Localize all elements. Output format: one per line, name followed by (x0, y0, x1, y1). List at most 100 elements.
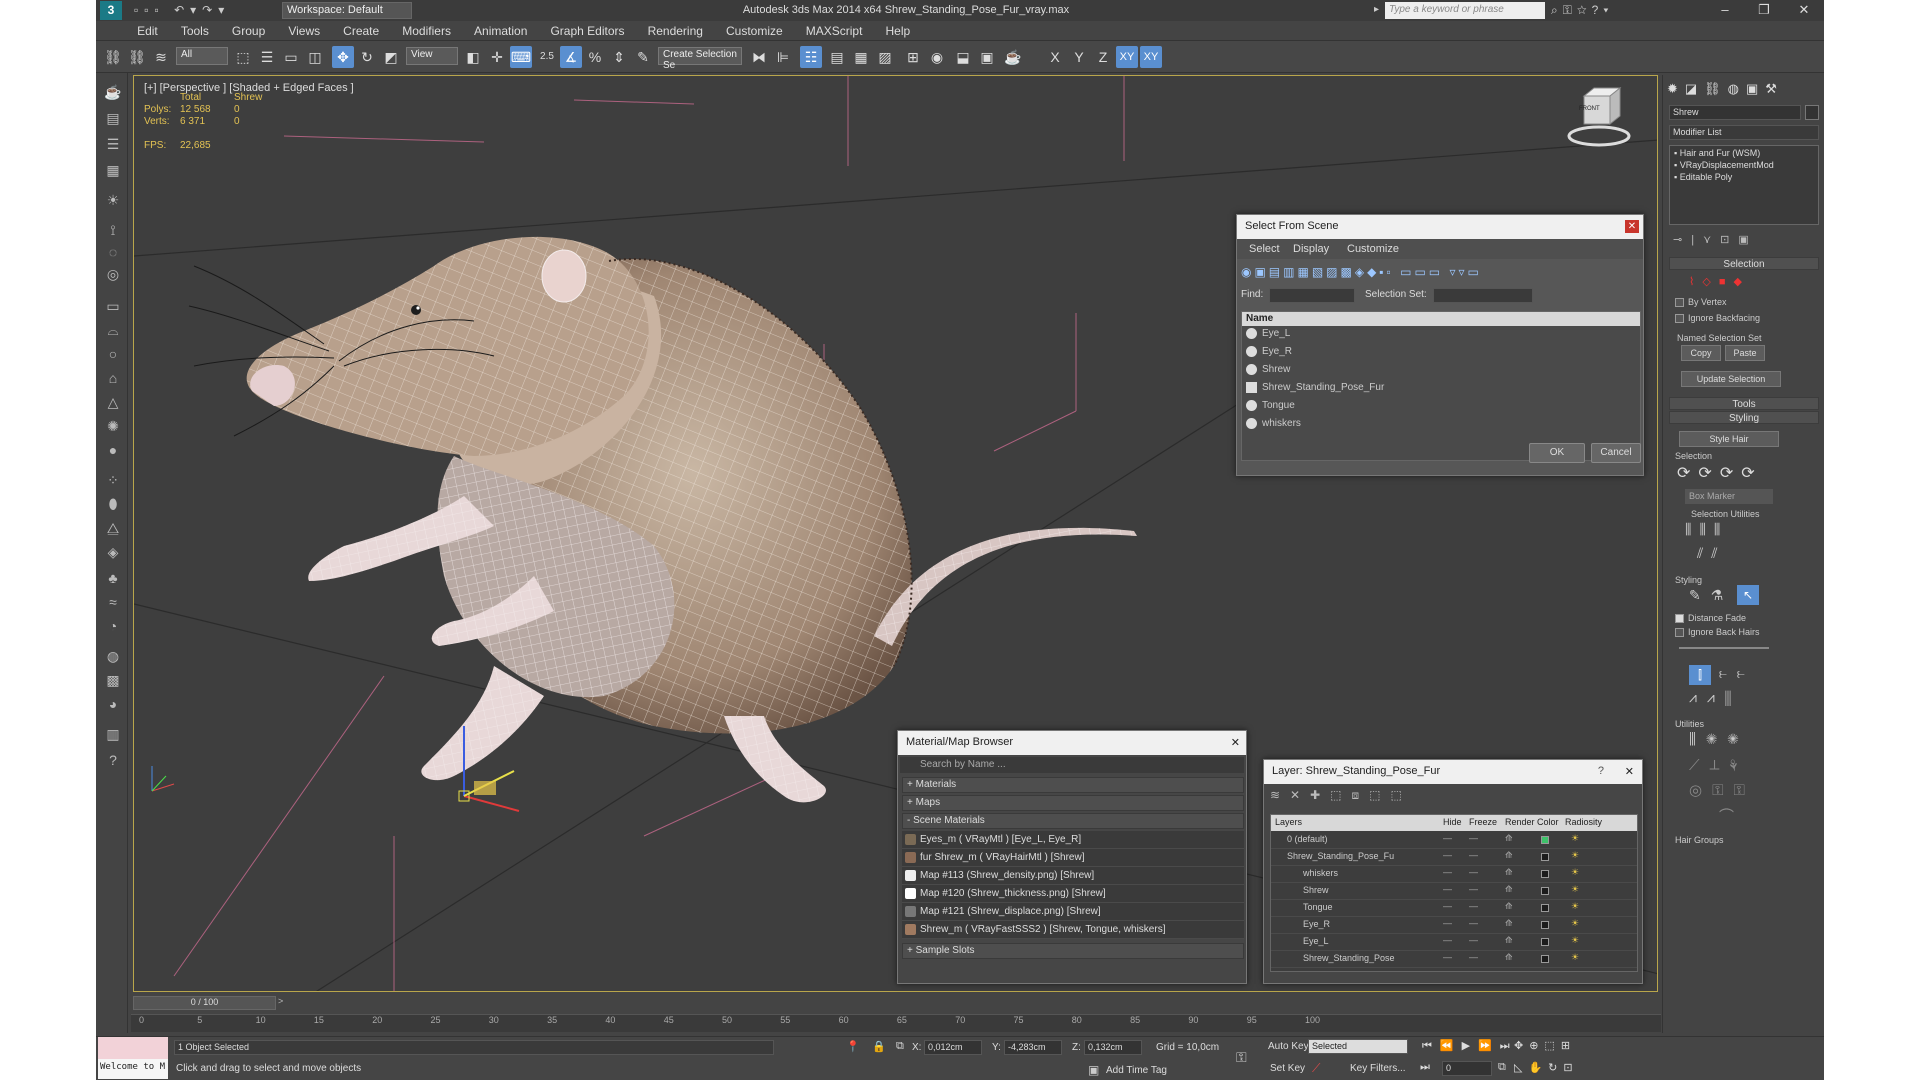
layer-render-toggle[interactable]: ⟰ (1505, 850, 1513, 861)
render-production-icon[interactable]: ☕ (1002, 46, 1024, 68)
style-hair-button[interactable]: Style Hair (1679, 431, 1779, 447)
y-coordinate-field[interactable]: -4,283cm (1004, 1040, 1062, 1055)
layer-color-swatch[interactable] (1541, 887, 1549, 895)
menu-animation[interactable]: Animation (464, 21, 537, 38)
layer-row[interactable]: Eye_R — — ⟰ ☀ (1271, 917, 1637, 934)
distance-fade-checkbox[interactable]: Distance Fade (1675, 613, 1746, 624)
col-freeze[interactable]: Freeze (1469, 817, 1497, 827)
sample-slots-section[interactable]: + Sample Slots (902, 943, 1244, 959)
sun-icon[interactable]: ✺ (102, 415, 124, 437)
menu-views[interactable]: Views (278, 21, 330, 38)
list-icon[interactable]: ☰ (102, 133, 124, 155)
playback-controls[interactable]: ⏮⏪▶⏩⏭ (1422, 1039, 1518, 1053)
transform-mode-icon[interactable]: ⧉ (896, 1040, 904, 1053)
link-icon[interactable]: ⛓ (102, 46, 124, 68)
utility-icons-2[interactable]: ⟋⟂⚘ (1689, 757, 1747, 774)
layer-toolbar[interactable]: ≋✕✚⬚⧈⬚⬚ (1270, 788, 1412, 803)
geosphere-icon[interactable]: ● (102, 439, 124, 461)
layer-row[interactable]: 0 (default) — — ⟰ ☀ (1271, 832, 1637, 849)
key-mode-icon[interactable]: ⏭ (1420, 1061, 1430, 1074)
layer-row[interactable]: Tongue — — ⟰ ☀ (1271, 900, 1637, 917)
camera-icon[interactable]: ⧋ (102, 517, 124, 539)
maxscript-mini-listener[interactable]: Welcome to M (98, 1059, 168, 1079)
copy-button[interactable]: Copy (1681, 345, 1721, 361)
utility-icons-3[interactable]: ◎⚿⚿ (1689, 781, 1755, 799)
material-editor-icon[interactable]: ◉ (926, 46, 948, 68)
edit-named-selection-icon[interactable]: ✎ (632, 46, 654, 68)
ignore-backfacing-checkbox[interactable]: Ignore Backfacing (1675, 313, 1760, 324)
layer-explorer-icon[interactable]: ☷ (800, 46, 822, 68)
layer-hide-toggle[interactable]: — (1443, 901, 1452, 911)
menu-edit[interactable]: Edit (127, 21, 168, 38)
object-name-field[interactable]: Shrew (1669, 105, 1801, 120)
radiosity-icon[interactable]: ☀ (1571, 884, 1579, 895)
list-item[interactable]: Tongue (1242, 398, 1640, 416)
teapot-icon[interactable]: ☕ (102, 81, 124, 103)
hair-selection-icons[interactable]: ⟳⟳⟳⟳ (1677, 463, 1763, 483)
layer-row[interactable]: Eye_L — — ⟰ ☀ (1271, 934, 1637, 951)
quick-access-toolbar[interactable]: ▫▫▫ ↶▾↷▾ (134, 3, 230, 17)
modifier-list-dropdown[interactable]: Modifier List (1669, 125, 1819, 140)
pick-icon[interactable]: ⬮ (102, 493, 124, 515)
maps-section[interactable]: + Maps (902, 795, 1244, 811)
layer-name[interactable]: Tongue (1303, 902, 1333, 912)
vray-icon[interactable]: ◕ (102, 693, 124, 715)
utility-icons[interactable]: ⫼✺✺ (1689, 731, 1749, 748)
layer-row[interactable]: Shrew_Standing_Pose_Fu — — ⟰ ☀ (1271, 849, 1637, 866)
pyramid-icon[interactable]: △ (102, 391, 124, 413)
film-icon[interactable]: ◎ (102, 263, 124, 285)
shrew-model[interactable] (188, 236, 1137, 803)
stack-item[interactable]: ▪ Editable Poly (1674, 172, 1732, 182)
layer-hide-toggle[interactable]: — (1443, 952, 1452, 962)
sub-object-icons[interactable]: ⌇◇■◆ (1689, 275, 1750, 288)
layer-render-toggle[interactable]: ⟰ (1505, 833, 1513, 844)
material-search-input[interactable]: Search by Name ... (900, 757, 1244, 773)
layer-freeze-toggle[interactable]: — (1469, 952, 1478, 962)
layer-name[interactable]: Shrew_Standing_Pose (1303, 953, 1395, 963)
paste-button[interactable]: Paste (1725, 345, 1765, 361)
layer-render-toggle[interactable]: ⟰ (1505, 901, 1513, 912)
layer-hide-toggle[interactable]: — (1443, 867, 1452, 877)
by-vertex-checkbox[interactable]: By Vertex (1675, 297, 1727, 308)
utility-icon-4[interactable]: ⌒ (1719, 805, 1734, 826)
lock-icon[interactable]: 🔒 (872, 1040, 886, 1053)
set-key-button[interactable]: Set Key (1270, 1063, 1305, 1074)
time-slider-handle[interactable]: 0 / 100 (133, 996, 276, 1010)
col-hide[interactable]: Hide (1443, 817, 1462, 827)
search-expand-icon[interactable]: ▸ (1374, 4, 1379, 15)
search-field[interactable]: Type a keyword or phrase (1385, 2, 1545, 19)
scene-material-item[interactable]: Eyes_m ( VRayMtl ) [Eye_L, Eye_R] (902, 831, 1244, 849)
rendered-frame-icon[interactable]: ▣ (976, 46, 998, 68)
menu-tools[interactable]: Tools (171, 21, 219, 38)
styling-brush-icons-2[interactable]: ⩘⩘⫼ (1689, 689, 1741, 706)
layer-color-swatch[interactable] (1541, 853, 1549, 861)
hair-icon[interactable]: ≈ (102, 591, 124, 613)
workspace-dropdown[interactable]: Workspace: Default (282, 2, 412, 19)
select-and-rotate-icon[interactable]: ↻ (356, 46, 378, 68)
stack-item[interactable]: ▪ VRayDisplacementMod (1674, 160, 1774, 170)
menu-customize[interactable]: Customize (716, 21, 793, 38)
list-item[interactable]: Eye_R (1242, 344, 1640, 362)
close-button[interactable]: ✕ (1784, 0, 1824, 21)
track-bar[interactable]: 0 5 10 15 20 25 30 35 40 45 50 55 60 65 70 75 80 85 90 95 10… (131, 1014, 1661, 1032)
scene-materials-section[interactable]: - Scene Materials (902, 813, 1244, 829)
layer-render-toggle[interactable]: ⟰ (1505, 867, 1513, 878)
viewport-nav-controls-2[interactable]: ◺✋↻⊡ (1514, 1061, 1579, 1074)
list-item[interactable]: Eye_L (1242, 326, 1640, 344)
layer-color-swatch[interactable] (1541, 904, 1549, 912)
menu-maxscript[interactable]: MAXScript (796, 21, 873, 38)
key-icon[interactable]: ⚿ (1236, 1049, 1247, 1066)
scene-material-item[interactable]: Map #121 (Shrew_displace.png) [Shrew] (902, 903, 1244, 921)
select-object-icon[interactable]: ⬚ (232, 46, 254, 68)
add-time-tag[interactable]: Add Time Tag (1106, 1065, 1167, 1076)
layer-row[interactable]: Shrew_Standing_Pose — — ⟰ ☀ (1271, 951, 1637, 968)
maximize-button[interactable]: ❐ (1744, 0, 1784, 21)
set-key-icon[interactable]: ⟋ (1312, 1061, 1320, 1076)
scene-material-item[interactable]: fur Shrew_m ( VRayHairMtl ) [Shrew] (902, 849, 1244, 867)
time-tag-icon[interactable]: ▣ (1088, 1063, 1099, 1077)
brush-size-slider[interactable] (1679, 647, 1769, 649)
sfs-menu-select[interactable]: Select (1249, 243, 1280, 255)
box-icon[interactable]: ▭ (102, 295, 124, 317)
layer-freeze-toggle[interactable]: — (1469, 884, 1478, 894)
menu-help[interactable]: Help (876, 21, 921, 38)
